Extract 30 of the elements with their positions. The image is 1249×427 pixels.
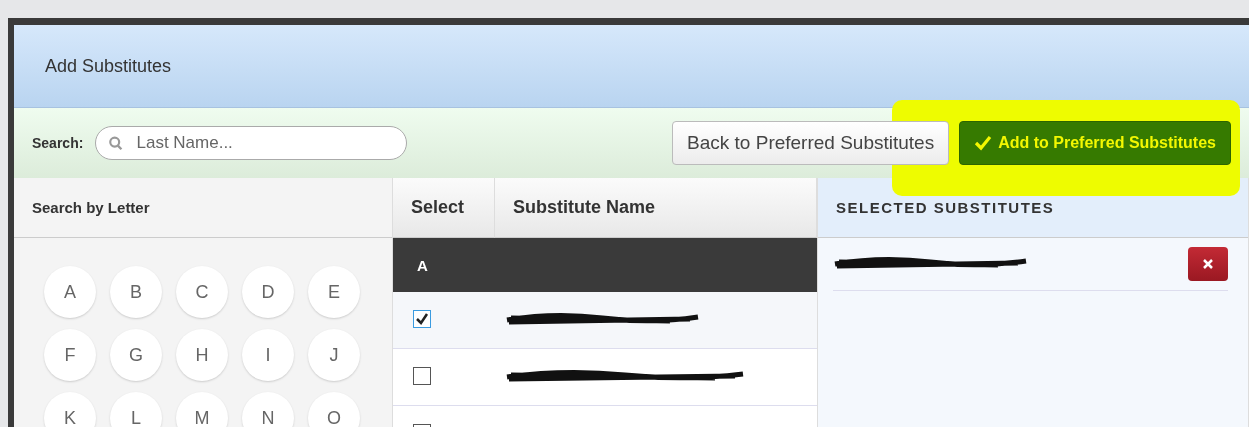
group-header: A: [393, 238, 817, 292]
letter-button[interactable]: G: [110, 329, 162, 381]
letter-button[interactable]: H: [176, 329, 228, 381]
search-box[interactable]: Last Name...: [95, 126, 408, 160]
dialog-title: Add Substitutes: [45, 55, 172, 77]
close-icon: [1203, 259, 1213, 269]
letter-button[interactable]: J: [308, 329, 360, 381]
checkbox[interactable]: [413, 367, 431, 385]
checkbox[interactable]: [413, 310, 431, 328]
letter-button[interactable]: L: [110, 392, 162, 427]
letter-button[interactable]: C: [176, 266, 228, 318]
checkmark-icon: [974, 135, 993, 151]
letter-button[interactable]: O: [308, 392, 360, 427]
letter-button[interactable]: F: [44, 329, 96, 381]
column-header: Substitute Name: [495, 178, 817, 238]
letter-button[interactable]: A: [44, 266, 96, 318]
letter-button[interactable]: M: [176, 392, 228, 427]
back-button[interactable]: Back to Preferred Substitutes: [672, 121, 950, 165]
search-icon: [108, 134, 125, 152]
letter-button[interactable]: B: [110, 266, 162, 318]
letter-button[interactable]: E: [308, 266, 360, 318]
add-button[interactable]: Add to Preferred Substitutes: [959, 121, 1231, 165]
letter-button[interactable]: N: [242, 392, 294, 427]
letter-button[interactable]: I: [242, 329, 294, 381]
letter-button[interactable]: K: [44, 392, 96, 427]
remove-button[interactable]: [1188, 247, 1228, 281]
column-header: Select: [393, 178, 495, 238]
search-label: Search:: [32, 135, 84, 151]
letter-button[interactable]: D: [242, 266, 294, 318]
search-field[interactable]: Last Name...: [134, 132, 395, 154]
